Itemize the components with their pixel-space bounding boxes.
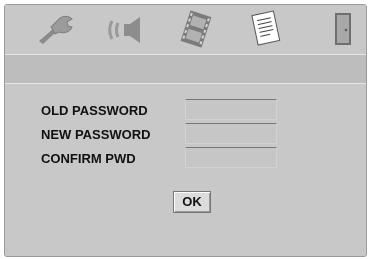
document-icon: [247, 9, 285, 49]
old-password-field[interactable]: [185, 99, 277, 120]
password-labels: OLD PASSWORD NEW PASSWORD CONFIRM PWD: [41, 99, 151, 171]
ok-button[interactable]: OK: [173, 191, 211, 213]
tool-exit[interactable]: [323, 7, 363, 51]
new-password-field[interactable]: [185, 123, 277, 144]
confirm-password-field[interactable]: [185, 147, 277, 168]
tool-audio[interactable]: [105, 7, 151, 51]
old-password-label: OLD PASSWORD: [41, 103, 148, 118]
settings-toolbar: [5, 5, 366, 53]
speaker-icon: [108, 11, 148, 47]
settings-dialog: OLD PASSWORD NEW PASSWORD CONFIRM PWD OK: [4, 4, 367, 257]
tool-preferences[interactable]: [243, 7, 289, 51]
status-strip: [5, 54, 366, 84]
tool-general[interactable]: [33, 7, 79, 51]
door-icon: [333, 11, 353, 47]
new-password-label: NEW PASSWORD: [41, 127, 151, 142]
wrench-icon: [37, 14, 75, 44]
film-icon: [176, 9, 216, 49]
tool-video[interactable]: [173, 7, 219, 51]
confirm-password-label: CONFIRM PWD: [41, 151, 136, 166]
